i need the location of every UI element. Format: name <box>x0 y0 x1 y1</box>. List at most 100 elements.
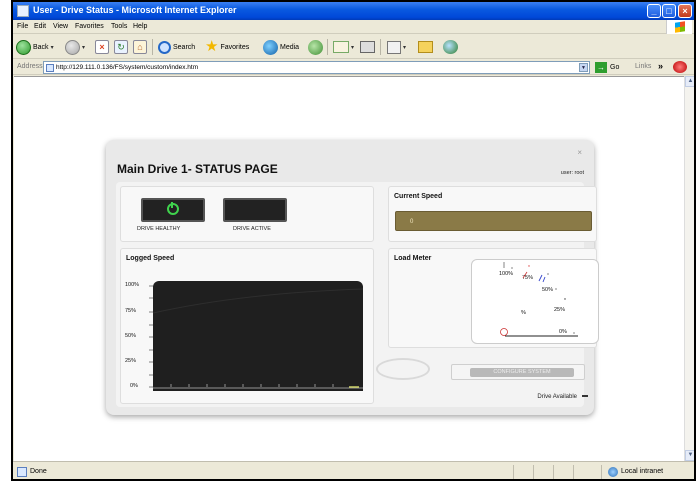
print-icon <box>360 41 375 53</box>
forward-arrow-icon <box>65 39 80 55</box>
status-divider <box>601 465 602 479</box>
history-button[interactable] <box>308 39 323 55</box>
current-speed-value: 0 <box>410 219 414 225</box>
address-dropdown-icon[interactable]: ▼ <box>579 63 588 72</box>
toolbar-separator <box>380 39 381 55</box>
folder-icon <box>418 41 433 53</box>
search-button[interactable]: Search <box>158 39 195 55</box>
close-button[interactable]: × <box>678 4 692 18</box>
messenger-icon <box>443 40 458 54</box>
star-icon: ★ <box>205 38 219 55</box>
y-tick-label: 100% <box>125 282 140 288</box>
mail-icon <box>333 41 349 53</box>
status-divider <box>533 465 534 479</box>
browser-window: User - Drive Status - Microsoft Internet… <box>11 0 696 481</box>
availability-dash <box>582 395 588 397</box>
page-viewport: × Main Drive 1- STATUS PAGE user: root D… <box>14 76 684 461</box>
address-label: Address <box>17 63 43 70</box>
toolbar-separator <box>327 39 328 55</box>
home-icon: ⌂ <box>133 40 147 54</box>
scroll-down-arrow-icon[interactable]: ▼ <box>685 450 694 461</box>
gauge-needle-hub-icon <box>500 328 508 336</box>
status-app-panel: × Main Drive 1- STATUS PAGE user: root D… <box>106 140 599 415</box>
toolbar: Back ▾ ▾ × ↻ ⌂ Search ★ Favorites Media <box>13 35 694 59</box>
go-button[interactable]: → Go <box>595 62 619 73</box>
back-arrow-icon <box>16 39 31 55</box>
forward-dropdown-icon[interactable]: ▾ <box>82 44 85 51</box>
intranet-zone-icon <box>608 467 618 477</box>
user-label: user: root <box>560 170 584 176</box>
status-divider <box>573 465 574 479</box>
links-label[interactable]: Links <box>635 63 651 70</box>
windows-flag-icon <box>675 21 685 33</box>
address-input[interactable]: http://129.111.0.136/FS/system/custom/in… <box>43 61 590 74</box>
minimize-button[interactable]: _ <box>647 4 661 18</box>
edit-dropdown-icon[interactable]: ▾ <box>403 44 406 51</box>
back-button[interactable]: Back ▾ <box>16 39 54 55</box>
maximize-button[interactable]: □ <box>662 4 676 18</box>
scroll-up-arrow-icon[interactable]: ▲ <box>685 76 694 87</box>
address-url: http://129.111.0.136/FS/system/custom/in… <box>56 64 199 71</box>
drive-status-panel: DRIVE HEALTHY DRIVE ACTIVE <box>120 186 374 242</box>
app-close-icon[interactable]: × <box>577 148 582 157</box>
refresh-button[interactable]: ↻ <box>114 39 128 55</box>
messenger-button[interactable] <box>443 39 458 55</box>
print-button[interactable] <box>360 39 375 55</box>
configure-system-label: CONFIGURE SYSTEM <box>470 368 574 377</box>
menu-favorites[interactable]: Favorites <box>75 23 104 30</box>
current-speed-panel: Current Speed 0 <box>388 186 597 242</box>
y-tick-label: 25% <box>125 358 137 364</box>
power-icon <box>167 202 179 215</box>
current-speed-title: Current Speed <box>394 193 443 200</box>
mail-button[interactable]: ▾ <box>333 39 354 55</box>
status-divider <box>553 465 554 479</box>
window-title: User - Drive Status - Microsoft Internet… <box>33 5 237 15</box>
gauge-marks <box>500 262 578 337</box>
menu-tools[interactable]: Tools <box>111 23 127 30</box>
menu-file[interactable]: File <box>17 23 28 30</box>
page-done-icon <box>17 467 27 477</box>
drive-healthy-indicator <box>141 198 205 222</box>
stop-button[interactable]: × <box>95 39 109 55</box>
ie-window-icon[interactable] <box>17 5 29 17</box>
menu-help[interactable]: Help <box>133 23 147 30</box>
status-divider <box>513 465 514 479</box>
refresh-icon: ↻ <box>114 40 128 54</box>
title-bar: User - Drive Status - Microsoft Internet… <box>13 2 694 20</box>
media-button[interactable]: Media <box>263 39 299 55</box>
mail-dropdown-icon[interactable]: ▾ <box>351 44 354 51</box>
load-meter-gauge: 100% 75% 50% 25% % 0% <box>471 259 599 344</box>
drive-active-label: DRIVE ACTIVE <box>233 226 271 232</box>
vertical-scrollbar[interactable]: ▲ ▼ <box>684 76 694 461</box>
brand-logo-watermark <box>376 358 430 380</box>
edit-icon <box>387 40 401 54</box>
home-button[interactable]: ⌂ <box>133 39 147 55</box>
menu-bar: File Edit View Favorites Tools Help <box>13 20 694 34</box>
extra-toolbar-icon[interactable] <box>673 61 687 73</box>
logged-speed-title: Logged Speed <box>126 255 175 262</box>
favorites-button[interactable]: ★ Favorites <box>205 39 249 55</box>
toolbar-separator <box>152 39 153 55</box>
chevron-right-icon[interactable]: » <box>658 61 663 71</box>
current-speed-display: 0 <box>395 211 592 231</box>
menu-edit[interactable]: Edit <box>34 23 46 30</box>
configure-system-button[interactable]: CONFIGURE SYSTEM <box>451 364 585 380</box>
drive-active-indicator <box>223 198 287 222</box>
logged-speed-panel: Logged Speed 100% 75% 50% 25% 0% <box>120 248 374 404</box>
media-icon <box>263 39 278 55</box>
back-label: Back <box>33 43 49 51</box>
forward-button[interactable]: ▾ <box>65 39 85 55</box>
edit-button[interactable]: ▾ <box>387 39 406 55</box>
menu-view[interactable]: View <box>53 23 68 30</box>
chart-axis-ticks <box>149 285 334 388</box>
folder-button[interactable] <box>418 39 433 55</box>
history-icon <box>308 39 323 55</box>
go-arrow-icon: → <box>595 62 607 73</box>
back-dropdown-icon[interactable]: ▾ <box>51 44 54 51</box>
search-label: Search <box>173 43 196 51</box>
address-bar: Address http://129.111.0.136/FS/system/c… <box>13 60 694 75</box>
zone-label: Local intranet <box>621 468 664 475</box>
search-icon <box>158 40 171 54</box>
media-label: Media <box>280 43 300 51</box>
drive-available-status: Drive Available <box>537 394 577 400</box>
